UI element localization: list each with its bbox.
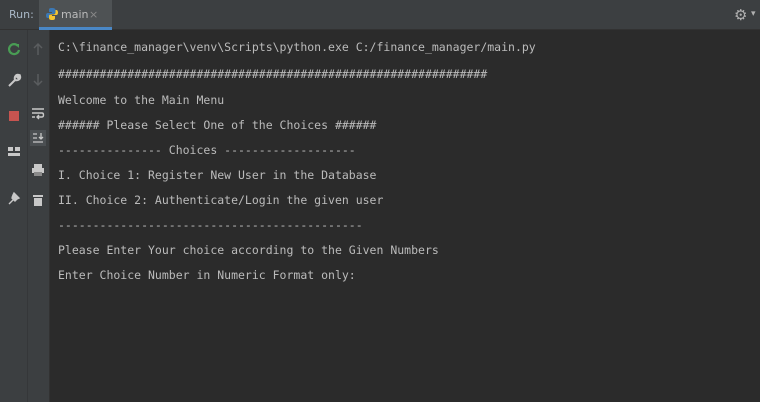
- tab-main[interactable]: main ×: [39, 0, 112, 30]
- console-line: Welcome to the Main Menu: [58, 93, 225, 107]
- delete-icon[interactable]: [30, 192, 46, 208]
- console-line: II. Choice 2: Authenticate/Login the giv…: [58, 193, 384, 207]
- down-arrow-icon[interactable]: [30, 72, 46, 88]
- console-line: --------------- Choices ----------------…: [58, 143, 356, 157]
- stop-icon[interactable]: [6, 108, 22, 124]
- console-line: ########################################…: [58, 67, 488, 81]
- run-tool-window-header: Run: main × ⚙ ▾: [0, 0, 760, 30]
- console-line: Please Enter Your choice according to th…: [58, 243, 439, 257]
- soft-wrap-icon[interactable]: [30, 105, 46, 121]
- pin-icon[interactable]: [6, 190, 22, 206]
- close-icon[interactable]: ×: [89, 8, 98, 21]
- gear-icon[interactable]: ⚙: [734, 6, 747, 24]
- wrench-icon[interactable]: [6, 72, 22, 88]
- scroll-to-end-icon[interactable]: [30, 130, 46, 146]
- console-output[interactable]: C:\finance_manager\venv\Scripts\python.e…: [50, 30, 760, 402]
- rerun-icon[interactable]: [6, 41, 22, 57]
- run-label: Run:: [9, 8, 34, 21]
- tab-title: main: [61, 8, 89, 21]
- console-line: C:\finance_manager\venv\Scripts\python.e…: [58, 40, 536, 54]
- run-toolbar: [0, 30, 50, 402]
- console-line: ###### Please Select One of the Choices …: [58, 118, 377, 132]
- chevron-down-icon[interactable]: ▾: [751, 9, 756, 19]
- console-line: Enter Choice Number in Numeric Format on…: [58, 268, 356, 282]
- console-line: I. Choice 1: Register New User in the Da…: [58, 168, 377, 182]
- python-icon: [46, 8, 58, 20]
- print-icon[interactable]: [30, 162, 46, 178]
- up-arrow-icon[interactable]: [30, 41, 46, 57]
- console-line: ----------------------------------------…: [58, 218, 363, 232]
- layout-icon[interactable]: [6, 144, 22, 160]
- toolbar-divider: [27, 30, 28, 402]
